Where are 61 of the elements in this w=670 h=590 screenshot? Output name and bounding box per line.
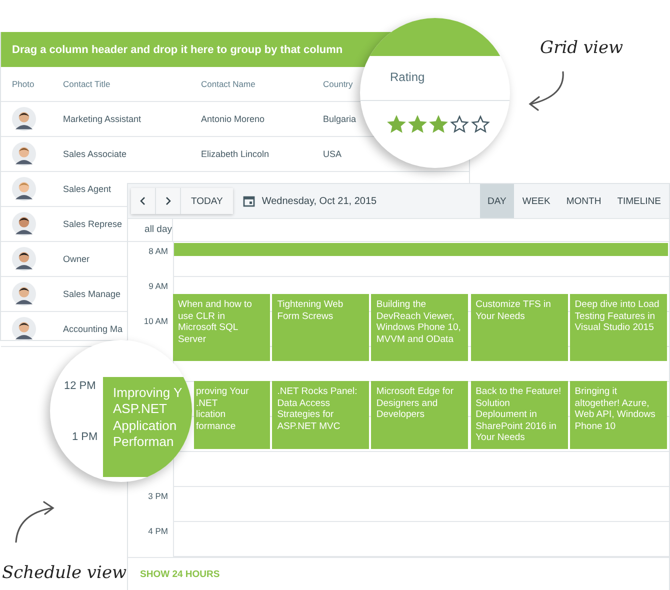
- next-button[interactable]: [156, 188, 181, 214]
- chevron-left-icon: [138, 196, 148, 206]
- avatar: [12, 142, 36, 166]
- caption: Schedule view: [2, 563, 127, 583]
- event-card[interactable]: Microsoft Edge for Designers and Developers: [371, 381, 468, 449]
- view-tab[interactable]: TIMELINE: [609, 184, 669, 218]
- event-card[interactable]: proving Your .NET lication formance: [194, 381, 270, 449]
- event-card[interactable]: Deep dive into Load Testing Features in Visual Studio 2015: [570, 294, 667, 361]
- table-cell: Sales Associate: [63, 149, 127, 159]
- table-cell: USA: [323, 149, 342, 159]
- calendar-icon[interactable]: [242, 195, 255, 207]
- table-cell: Elizabeth Lincoln: [201, 149, 270, 159]
- today-button[interactable]: TODAY: [181, 188, 233, 214]
- table-cell: Accounting Ma: [63, 324, 123, 334]
- table-cell: Marketing Assistant: [63, 114, 142, 124]
- event-card[interactable]: Back to the Feature! Solution Deploument in SharePoint 2016 in Your Needs: [470, 381, 568, 449]
- column-header[interactable]: Contact Name: [201, 79, 256, 89]
- star-icon: [429, 115, 448, 134]
- table-cell: Sales Manage: [63, 289, 121, 299]
- view-tab[interactable]: MONTH: [558, 184, 610, 218]
- time-label: 1 PM: [72, 431, 98, 443]
- chevron-right-icon: [163, 196, 173, 206]
- star-icon: [450, 115, 469, 134]
- all-day-label: all day: [128, 219, 173, 241]
- view-tab[interactable]: WEEK: [514, 184, 558, 218]
- column-header[interactable]: Photo: [12, 79, 34, 89]
- column-header[interactable]: Contact Title: [63, 79, 110, 89]
- time-label: 4 PM: [147, 526, 168, 536]
- avatar: [12, 212, 36, 236]
- event-card[interactable]: Improving Y ASP.NET Application Performan: [103, 377, 192, 477]
- time-label: 8 AM: [148, 246, 168, 256]
- avatar: [12, 247, 36, 271]
- time-label: 10 AM: [142, 316, 168, 326]
- table-cell: Sales Represe: [63, 219, 122, 229]
- event-card[interactable]: When and how to use CLR in Microsoft SQL Server: [173, 294, 270, 361]
- time-label: 3 PM: [147, 491, 168, 501]
- caption: Grid view: [540, 38, 624, 58]
- avatar: [12, 107, 36, 131]
- table-cell: Antonio Moreno: [201, 114, 265, 124]
- event-card[interactable]: .NET Rocks Panel: Data Access Strategies for ASP.NET MVC: [272, 381, 370, 449]
- event-card[interactable]: Tightening Web Form Screws: [272, 294, 370, 361]
- table-cell: Owner: [63, 254, 90, 264]
- star-icon: [471, 115, 490, 134]
- table-cell: Bulgaria: [323, 114, 356, 124]
- time-label: 9 AM: [148, 281, 168, 291]
- star-icon: [387, 115, 406, 134]
- previous-button[interactable]: [131, 188, 156, 214]
- time-label: 12 PM: [64, 380, 96, 392]
- view-tab[interactable]: DAY: [480, 184, 514, 218]
- event-card[interactable]: Customize TFS in Your Needs: [470, 294, 568, 361]
- column-header: Rating: [390, 70, 425, 84]
- star-icon: [408, 115, 427, 134]
- event-card[interactable]: Bringing it altogether! Azure, Web API, Windows Phone 10: [570, 381, 667, 449]
- column-header[interactable]: Country: [323, 79, 353, 89]
- show-24-hours-link[interactable]: SHOW 24 HOURS: [134, 568, 226, 581]
- avatar: [12, 177, 36, 201]
- event-card[interactable]: Building the DevReach Viewer, Windows Phone 10, MVVM and OData: [371, 294, 468, 361]
- date-label[interactable]: Wednesday, Oct 21, 2015: [262, 196, 377, 206]
- table-cell: Sales Agent: [63, 184, 112, 194]
- group-panel-hint: Drag a column header and drop it here to group by that column: [12, 44, 343, 56]
- avatar: [12, 282, 36, 306]
